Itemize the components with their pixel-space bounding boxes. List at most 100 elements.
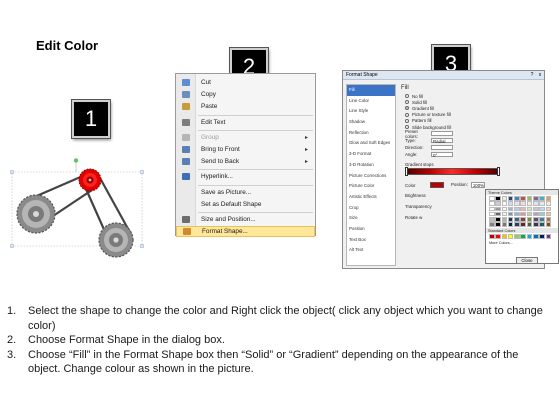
- color-swatch[interactable]: [532, 217, 539, 222]
- color-swatch[interactable]: [495, 196, 501, 201]
- category-item[interactable]: Alt Text: [347, 245, 395, 256]
- category-list[interactable]: Fill Line Color Line Style Shadow Reflection…: [346, 84, 396, 266]
- color-swatch[interactable]: [520, 222, 526, 227]
- color-swatch[interactable]: [526, 206, 533, 212]
- color-swatch[interactable]: [495, 217, 501, 222]
- position-field[interactable]: 100%: [470, 182, 485, 188]
- category-item[interactable]: Glow and Soft Edges: [347, 138, 395, 149]
- color-swatch[interactable]: [539, 234, 545, 239]
- menu-item-format-shape[interactable]: Format Shape...: [176, 226, 315, 238]
- color-swatch[interactable]: [539, 222, 545, 227]
- color-swatch[interactable]: [545, 217, 552, 222]
- color-swatch[interactable]: [539, 201, 545, 206]
- help-icon[interactable]: ?: [528, 71, 536, 79]
- color-swatch[interactable]: [495, 206, 501, 212]
- more-colors-link[interactable]: More Colors...: [486, 240, 558, 246]
- color-swatch[interactable]: [526, 211, 533, 217]
- color-swatch[interactable]: [539, 217, 545, 222]
- color-swatch[interactable]: [514, 206, 520, 212]
- color-swatch[interactable]: [489, 211, 495, 217]
- menu-item-size-and-position[interactable]: Size and Position...: [176, 214, 315, 225]
- gradient-stops-bar[interactable]: [405, 168, 499, 175]
- color-swatch[interactable]: [507, 234, 514, 239]
- category-item[interactable]: Artistic Effects: [347, 192, 395, 203]
- color-swatch[interactable]: [514, 211, 520, 217]
- color-swatch[interactable]: [532, 234, 539, 239]
- category-item[interactable]: Line Style: [347, 106, 395, 117]
- category-item[interactable]: Fill: [347, 85, 395, 96]
- color-swatch[interactable]: [520, 217, 526, 222]
- color-swatch[interactable]: [520, 211, 526, 217]
- color-swatch[interactable]: [489, 222, 495, 227]
- category-item[interactable]: Picture Color: [347, 181, 395, 192]
- color-swatch[interactable]: [501, 234, 508, 239]
- color-swatch[interactable]: [507, 211, 514, 217]
- menu-item-cut[interactable]: Cut: [176, 77, 315, 88]
- format-shape-dialog[interactable]: Format Shape ? x Fill Line Color Line Styl…: [342, 70, 559, 269]
- color-swatch[interactable]: [532, 201, 539, 206]
- color-swatch[interactable]: [507, 206, 514, 212]
- color-swatch[interactable]: [507, 201, 514, 206]
- gradient-stop-handle[interactable]: [497, 167, 500, 176]
- color-swatch[interactable]: [526, 234, 533, 239]
- color-swatch[interactable]: [526, 201, 533, 206]
- close-button[interactable]: Close: [516, 257, 538, 264]
- color-swatch[interactable]: [514, 217, 520, 222]
- color-swatch[interactable]: [545, 234, 552, 239]
- color-swatch[interactable]: [495, 234, 501, 239]
- menu-item-paste[interactable]: Paste: [176, 101, 315, 112]
- color-swatch[interactable]: [532, 196, 539, 201]
- color-swatch[interactable]: [495, 222, 501, 227]
- color-swatch[interactable]: [539, 211, 545, 217]
- menu-item-copy[interactable]: Copy: [176, 89, 315, 100]
- setting-dropdown[interactable]: 0°: [431, 151, 453, 158]
- color-swatch[interactable]: [520, 206, 526, 212]
- category-item[interactable]: Shadow: [347, 117, 395, 128]
- color-swatch[interactable]: [501, 201, 508, 206]
- setting-dropdown[interactable]: Radial: [431, 137, 453, 144]
- color-swatch[interactable]: [501, 217, 508, 222]
- color-swatch[interactable]: [514, 201, 520, 206]
- color-swatch[interactable]: [489, 217, 495, 222]
- color-picker-button[interactable]: [429, 182, 444, 188]
- color-swatch[interactable]: [520, 196, 526, 201]
- color-swatch[interactable]: [539, 206, 545, 212]
- color-swatch[interactable]: [520, 201, 526, 206]
- color-swatch[interactable]: [489, 234, 495, 239]
- close-icon[interactable]: x: [536, 71, 544, 79]
- category-item[interactable]: Size: [347, 213, 395, 224]
- color-swatch[interactable]: [507, 222, 514, 227]
- color-swatch[interactable]: [532, 222, 539, 227]
- color-swatch[interactable]: [545, 206, 552, 212]
- category-item[interactable]: Line Color: [347, 96, 395, 107]
- color-swatch[interactable]: [539, 196, 545, 201]
- color-swatch[interactable]: [489, 196, 495, 201]
- gear-belt-illustration[interactable]: [10, 158, 165, 268]
- color-swatch[interactable]: [514, 196, 520, 201]
- color-swatch[interactable]: [545, 211, 552, 217]
- color-swatch[interactable]: [495, 201, 501, 206]
- color-swatch[interactable]: [489, 206, 495, 212]
- color-swatch[interactable]: [514, 234, 520, 239]
- color-swatch[interactable]: [532, 211, 539, 217]
- setting-dropdown[interactable]: [431, 144, 453, 151]
- color-swatch[interactable]: [495, 211, 501, 217]
- context-menu[interactable]: Cut Copy Paste Edit Text Group ▸ Bring to Fron…: [175, 73, 316, 238]
- color-swatch[interactable]: [507, 196, 514, 201]
- menu-item-bring-to-front[interactable]: Bring to Front ▸: [176, 144, 315, 155]
- color-swatch[interactable]: [489, 201, 495, 206]
- menu-item-edit-text[interactable]: Edit Text: [176, 117, 315, 128]
- color-swatch[interactable]: [501, 196, 508, 201]
- menu-item-save-as-picture[interactable]: Save as Picture...: [176, 187, 315, 198]
- gradient-stop-handle[interactable]: [405, 167, 408, 176]
- color-swatch[interactable]: [545, 201, 552, 206]
- color-swatch[interactable]: [545, 222, 552, 227]
- color-swatch[interactable]: [526, 217, 533, 222]
- color-swatch[interactable]: [532, 206, 539, 212]
- menu-item-set-as-default-shape[interactable]: Set as Default Shape: [176, 199, 315, 210]
- color-swatch[interactable]: [501, 206, 508, 212]
- rotate-checkbox-label[interactable]: Rotate w: [405, 215, 422, 220]
- color-swatch[interactable]: [514, 222, 520, 227]
- color-swatch[interactable]: [501, 222, 508, 227]
- setting-dropdown[interactable]: [431, 130, 453, 137]
